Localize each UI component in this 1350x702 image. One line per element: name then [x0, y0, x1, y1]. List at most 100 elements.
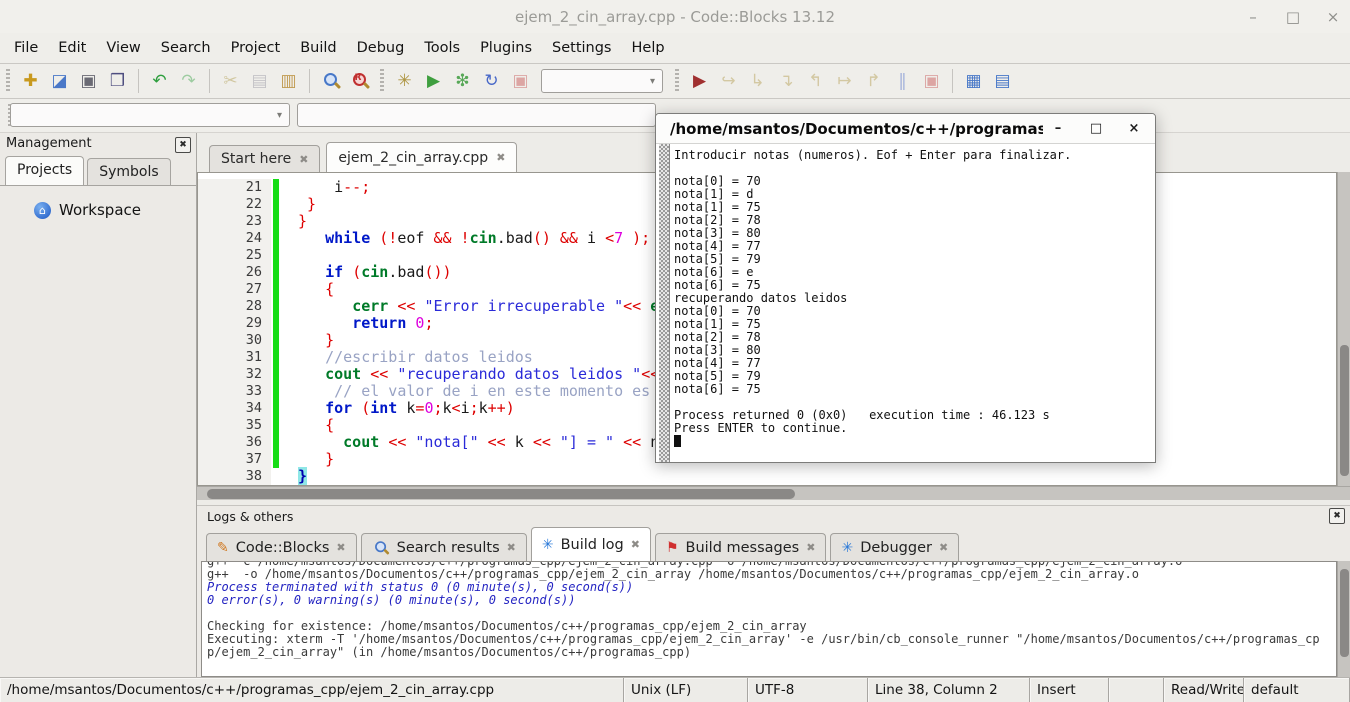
code-text: [279, 247, 298, 264]
menu-item-edit[interactable]: Edit: [48, 35, 96, 61]
logs-title: Logs & others: [207, 509, 293, 524]
step-into-instruction-icon[interactable]: ↱: [860, 68, 887, 95]
scrollbar-thumb[interactable]: [1340, 345, 1349, 476]
close-tab-icon[interactable]: ✖: [631, 538, 640, 551]
paste-icon[interactable]: ▥: [275, 68, 302, 95]
logs-tab-bar: ✎Code::Blocks✖Search results✖✳Build log✖…: [197, 526, 1350, 561]
menu-item-debug[interactable]: Debug: [347, 35, 415, 61]
maximize-icon[interactable]: □: [1089, 121, 1103, 136]
workspace-item[interactable]: ⌂ Workspace: [0, 186, 196, 219]
build-log-icon: ✳: [542, 537, 554, 553]
replace-icon: R: [351, 72, 369, 90]
menu-item-build[interactable]: Build: [290, 35, 346, 61]
logs-vertical-scrollbar[interactable]: [1337, 561, 1350, 677]
build-icon[interactable]: ✳: [391, 68, 418, 95]
status-cursor-position: Line 38, Column 2: [868, 678, 1030, 702]
abort-build-icon[interactable]: ▣: [507, 68, 534, 95]
logs-tab-search-results[interactable]: Search results✖: [361, 533, 527, 561]
code-text: {: [279, 281, 334, 298]
toolbar-grip: [675, 69, 679, 93]
debug-continue-icon[interactable]: ▶: [686, 68, 713, 95]
step-out-icon[interactable]: ↰: [802, 68, 829, 95]
minimize-icon[interactable]: –: [1244, 8, 1262, 26]
open-file-icon[interactable]: ◪: [46, 68, 73, 95]
redo-icon[interactable]: ↷: [175, 68, 202, 95]
menu-item-view[interactable]: View: [96, 35, 150, 61]
close-tab-icon[interactable]: ✖: [299, 153, 308, 166]
management-close-icon[interactable]: ✖: [175, 137, 191, 153]
line-number: 29: [198, 315, 271, 332]
management-header: Management ✖: [0, 133, 196, 154]
run-icon[interactable]: ▶: [420, 68, 447, 95]
menu-item-help[interactable]: Help: [622, 35, 675, 61]
build-target-combo[interactable]: ▾: [541, 69, 663, 93]
menu-item-file[interactable]: File: [4, 35, 48, 61]
line-number: 22: [198, 196, 271, 213]
save-all-icon[interactable]: ❒: [104, 68, 131, 95]
logs-close-icon[interactable]: ✖: [1329, 508, 1345, 524]
line-number: 31: [198, 349, 271, 366]
window-controls: – □ ×: [1244, 0, 1342, 33]
status-empty: [1109, 678, 1164, 702]
management-tab-symbols[interactable]: Symbols: [87, 158, 170, 185]
line-number: 34: [198, 400, 271, 417]
build-log-output: g++ -c /home/msantos/Documentos/c++/prog…: [201, 561, 1337, 677]
editor-horizontal-scrollbar[interactable]: [197, 486, 1350, 500]
management-tab-projects[interactable]: Projects: [5, 156, 84, 185]
cut-icon[interactable]: ✂: [217, 68, 244, 95]
undo-icon[interactable]: ↶: [146, 68, 173, 95]
close-tab-icon[interactable]: ✖: [336, 541, 345, 554]
scrollbar-thumb[interactable]: [1340, 569, 1349, 657]
rebuild-icon[interactable]: ↻: [478, 68, 505, 95]
home-icon: ⌂: [34, 202, 51, 219]
logs-tab-label: Build messages: [686, 540, 800, 556]
close-tab-icon[interactable]: ✖: [806, 541, 815, 554]
chevron-down-icon: ▾: [650, 76, 655, 87]
build-and-run-icon[interactable]: ❇: [449, 68, 476, 95]
new-file-icon[interactable]: ✚: [17, 68, 44, 95]
step-into-icon[interactable]: ↴: [773, 68, 800, 95]
logs-tab-code-blocks[interactable]: ✎Code::Blocks✖: [206, 533, 357, 561]
next-instruction-icon[interactable]: ↦: [831, 68, 858, 95]
scrollbar-thumb[interactable]: [207, 489, 795, 499]
next-line-icon[interactable]: ↳: [744, 68, 771, 95]
stop-debugger-icon[interactable]: ▣: [918, 68, 945, 95]
find-icon[interactable]: [317, 68, 344, 95]
close-icon[interactable]: ×: [1324, 8, 1342, 26]
editor-vertical-scrollbar[interactable]: [1337, 172, 1350, 486]
logs-tab-debugger[interactable]: ✳Debugger✖: [830, 533, 959, 561]
debugging-windows-icon[interactable]: ▦: [960, 68, 987, 95]
console-body[interactable]: Introducir notas (numeros). Eof + Enter …: [656, 144, 1155, 462]
window-titlebar[interactable]: ejem_2_cin_array.cpp - Code::Blocks 13.1…: [0, 0, 1350, 33]
console-scrollbar[interactable]: [659, 144, 670, 462]
close-icon[interactable]: ×: [1127, 121, 1141, 136]
replace-icon[interactable]: R: [346, 68, 373, 95]
save-icon[interactable]: ▣: [75, 68, 102, 95]
log-line: 0 error(s), 0 warning(s) (0 minute(s), 0…: [207, 594, 1331, 607]
logs-tab-build-messages[interactable]: ⚑Build messages✖: [655, 533, 827, 561]
menu-item-search[interactable]: Search: [151, 35, 221, 61]
close-tab-icon[interactable]: ✖: [939, 541, 948, 554]
info-windows-icon[interactable]: ▤: [989, 68, 1016, 95]
code-text: return 0;: [279, 315, 433, 332]
editor-tab[interactable]: ejem_2_cin_array.cpp✖: [326, 142, 517, 172]
run-to-cursor-icon[interactable]: ↪: [715, 68, 742, 95]
minimize-icon[interactable]: –: [1051, 121, 1065, 136]
build-target-field[interactable]: [297, 103, 656, 127]
logs-tab-build-log[interactable]: ✳Build log✖: [531, 527, 651, 561]
console-titlebar[interactable]: /home/msantos/Documentos/c++/programas_c…: [656, 114, 1155, 144]
compiler-target-combo[interactable]: ▾: [10, 103, 290, 127]
management-title: Management: [6, 136, 92, 151]
maximize-icon[interactable]: □: [1284, 8, 1302, 26]
close-tab-icon[interactable]: ✖: [496, 151, 505, 164]
menu-item-plugins[interactable]: Plugins: [470, 35, 542, 61]
close-tab-icon[interactable]: ✖: [507, 541, 516, 554]
menu-item-settings[interactable]: Settings: [542, 35, 621, 61]
copy-icon[interactable]: ▤: [246, 68, 273, 95]
menu-item-project[interactable]: Project: [221, 35, 291, 61]
break-debugger-icon[interactable]: ‖: [889, 68, 916, 95]
terminal-line: nota[6] = 75: [674, 383, 1153, 396]
menu-item-tools[interactable]: Tools: [414, 35, 470, 61]
log-line: Executing: xterm -T '/home/msantos/Docum…: [207, 633, 1331, 659]
editor-tab[interactable]: Start here✖: [209, 145, 320, 172]
